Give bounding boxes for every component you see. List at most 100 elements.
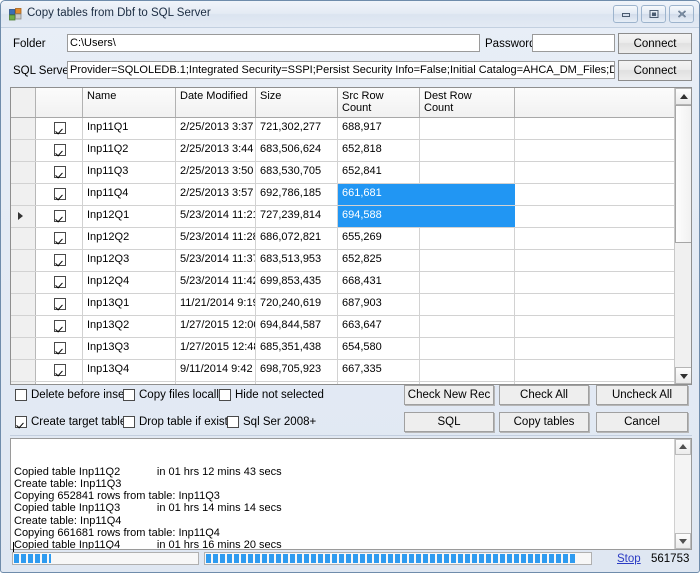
tables-grid[interactable]: Name Date Modified Size Src Row Count Dest Ro… xyxy=(10,87,692,385)
grid-cell: Inp12Q3 xyxy=(83,250,176,271)
scroll-down-arrow[interactable] xyxy=(675,367,691,384)
connect-sql-button[interactable]: Connect xyxy=(618,60,692,81)
grid-cell xyxy=(420,206,515,227)
grid-column-header[interactable] xyxy=(11,88,36,117)
checkbox-hide-not-selected[interactable] xyxy=(219,389,231,401)
row-checkbox[interactable] xyxy=(54,166,66,178)
cancel-button[interactable]: Cancel xyxy=(596,412,688,432)
row-checkbox-cell[interactable] xyxy=(36,294,83,315)
close-button[interactable] xyxy=(669,5,694,23)
grid-cell: 2/25/2013 3:50 ... xyxy=(176,162,256,183)
table-row[interactable]: Inp12Q15/23/2014 11:21...727,239,814694,… xyxy=(11,206,674,228)
row-checkbox[interactable] xyxy=(54,254,66,266)
table-row[interactable]: Inp14Q12/24/2015 11:38...721,085,548688,… xyxy=(11,382,674,384)
grid-cell: 1/27/2015 12:00... xyxy=(176,316,256,337)
row-checkbox-cell[interactable] xyxy=(36,162,83,183)
option-sql-ser-2008[interactable]: Sql Ser 2008+ xyxy=(227,416,316,428)
password-input[interactable] xyxy=(532,34,615,52)
log-vertical-scrollbar[interactable] xyxy=(674,439,691,549)
row-checkbox-cell[interactable] xyxy=(36,250,83,271)
row-checkbox[interactable] xyxy=(54,364,66,376)
checkbox-sql-ser-2008[interactable] xyxy=(227,416,239,428)
row-checkbox-cell[interactable] xyxy=(36,272,83,293)
sql-button[interactable]: SQL xyxy=(404,412,494,432)
copy-tables-button[interactable]: Copy tables xyxy=(499,412,589,432)
option-delete-before-insert[interactable]: Delete before insert xyxy=(15,389,131,401)
grid-cell xyxy=(420,250,515,271)
grid-cell: 5/23/2014 11:21... xyxy=(176,206,256,227)
table-row[interactable]: Inp12Q35/23/2014 11:37...683,513,953652,… xyxy=(11,250,674,272)
checkbox-delete-before-insert[interactable] xyxy=(15,389,27,401)
grid-cell: 685,351,438 xyxy=(256,338,338,359)
table-row[interactable]: Inp13Q31/27/2015 12:48...685,351,438654,… xyxy=(11,338,674,360)
folder-input[interactable]: C:\Users\ xyxy=(67,34,480,52)
table-row[interactable]: Inp11Q12/25/2013 3:37 ...721,302,277688,… xyxy=(11,118,674,140)
row-header-cell xyxy=(11,162,36,183)
grid-column-header[interactable]: Src Row Count xyxy=(338,88,420,117)
grid-column-header[interactable]: Date Modified xyxy=(176,88,256,117)
row-checkbox-cell[interactable] xyxy=(36,206,83,227)
check-all-button[interactable]: Check All xyxy=(499,385,589,405)
row-counter: 561753 xyxy=(651,553,690,565)
check-new-rec-button[interactable]: Check New Rec xyxy=(404,385,494,405)
grid-cell: 688,710 xyxy=(338,382,420,384)
row-checkbox-cell[interactable] xyxy=(36,382,83,384)
connect-folder-button[interactable]: Connect xyxy=(618,33,692,54)
checkbox-copy-files-locally[interactable] xyxy=(123,389,135,401)
log-scroll-up-arrow[interactable] xyxy=(675,439,691,455)
row-checkbox[interactable] xyxy=(54,210,66,222)
option-create-target-table[interactable]: Create target table xyxy=(15,416,126,428)
row-checkbox[interactable] xyxy=(54,298,66,310)
option-label: Sql Ser 2008+ xyxy=(243,416,317,428)
table-row[interactable]: Inp11Q42/25/2013 3:57 ...692,786,185661,… xyxy=(11,184,674,206)
grid-cell: 683,506,624 xyxy=(256,140,338,161)
checkbox-drop-table-if-exists[interactable] xyxy=(123,416,135,428)
log-line: Create table: Inp11Q3 xyxy=(14,477,122,490)
grid-column-header[interactable]: Size xyxy=(256,88,338,117)
row-checkbox-cell[interactable] xyxy=(36,184,83,205)
grid-cell: 652,841 xyxy=(338,162,420,183)
log-output[interactable]: Copied table Inp11Q2 in 01 hrs 12 mins 4… xyxy=(10,438,692,550)
option-drop-table-if-exists[interactable]: Drop table if exists xyxy=(123,416,234,428)
grid-column-header[interactable] xyxy=(36,88,83,117)
uncheck-all-button[interactable]: Uncheck All xyxy=(596,385,688,405)
row-checkbox[interactable] xyxy=(54,276,66,288)
progress-bar-current xyxy=(12,552,199,565)
row-checkbox[interactable] xyxy=(54,122,66,134)
table-row[interactable]: Inp11Q22/25/2013 3:44 ...683,506,624652,… xyxy=(11,140,674,162)
row-checkbox[interactable] xyxy=(54,232,66,244)
grid-column-header[interactable]: Dest Row Count xyxy=(420,88,515,117)
scrollbar-thumb[interactable] xyxy=(675,105,691,243)
grid-cell: Inp12Q1 xyxy=(83,206,176,227)
table-row[interactable]: Inp12Q25/23/2014 11:28...686,072,821655,… xyxy=(11,228,674,250)
row-checkbox-cell[interactable] xyxy=(36,140,83,161)
row-checkbox[interactable] xyxy=(54,342,66,354)
maximize-button[interactable] xyxy=(641,5,666,23)
row-checkbox[interactable] xyxy=(54,144,66,156)
minimize-button[interactable] xyxy=(613,5,638,23)
grid-cell: Inp11Q3 xyxy=(83,162,176,183)
table-row[interactable]: Inp12Q45/23/2014 11:42...699,853,435668,… xyxy=(11,272,674,294)
checkbox-create-target-table[interactable] xyxy=(15,416,27,428)
option-copy-files-locally[interactable]: Copy files locally xyxy=(123,389,225,401)
sql-server-connection-input[interactable]: Provider=SQLOLEDB.1;Integrated Security=… xyxy=(67,61,615,79)
grid-column-header[interactable]: Name xyxy=(83,88,176,117)
row-checkbox-cell[interactable] xyxy=(36,228,83,249)
grid-vertical-scrollbar[interactable] xyxy=(674,88,691,384)
row-checkbox-cell[interactable] xyxy=(36,316,83,337)
table-row[interactable]: Inp13Q21/27/2015 12:00...694,844,587663,… xyxy=(11,316,674,338)
scroll-up-arrow[interactable] xyxy=(675,88,691,105)
table-row[interactable]: Inp11Q32/25/2013 3:50 ...683,530,705652,… xyxy=(11,162,674,184)
row-checkbox-cell[interactable] xyxy=(36,118,83,139)
grid-rows-container: Name Date Modified Size Src Row Count Dest Ro… xyxy=(11,88,674,384)
option-hide-not-selected[interactable]: Hide not selected xyxy=(219,389,324,401)
row-checkbox[interactable] xyxy=(54,320,66,332)
row-checkbox-cell[interactable] xyxy=(36,360,83,381)
table-row[interactable]: Inp13Q49/11/2014 9:42 ...698,705,923667,… xyxy=(11,360,674,382)
row-header-cell xyxy=(11,360,36,381)
row-checkbox[interactable] xyxy=(54,188,66,200)
log-scroll-down-arrow[interactable] xyxy=(675,533,691,549)
row-checkbox-cell[interactable] xyxy=(36,338,83,359)
stop-link[interactable]: Stop xyxy=(617,553,641,565)
table-row[interactable]: Inp13Q111/21/2014 9:19...720,240,619687,… xyxy=(11,294,674,316)
